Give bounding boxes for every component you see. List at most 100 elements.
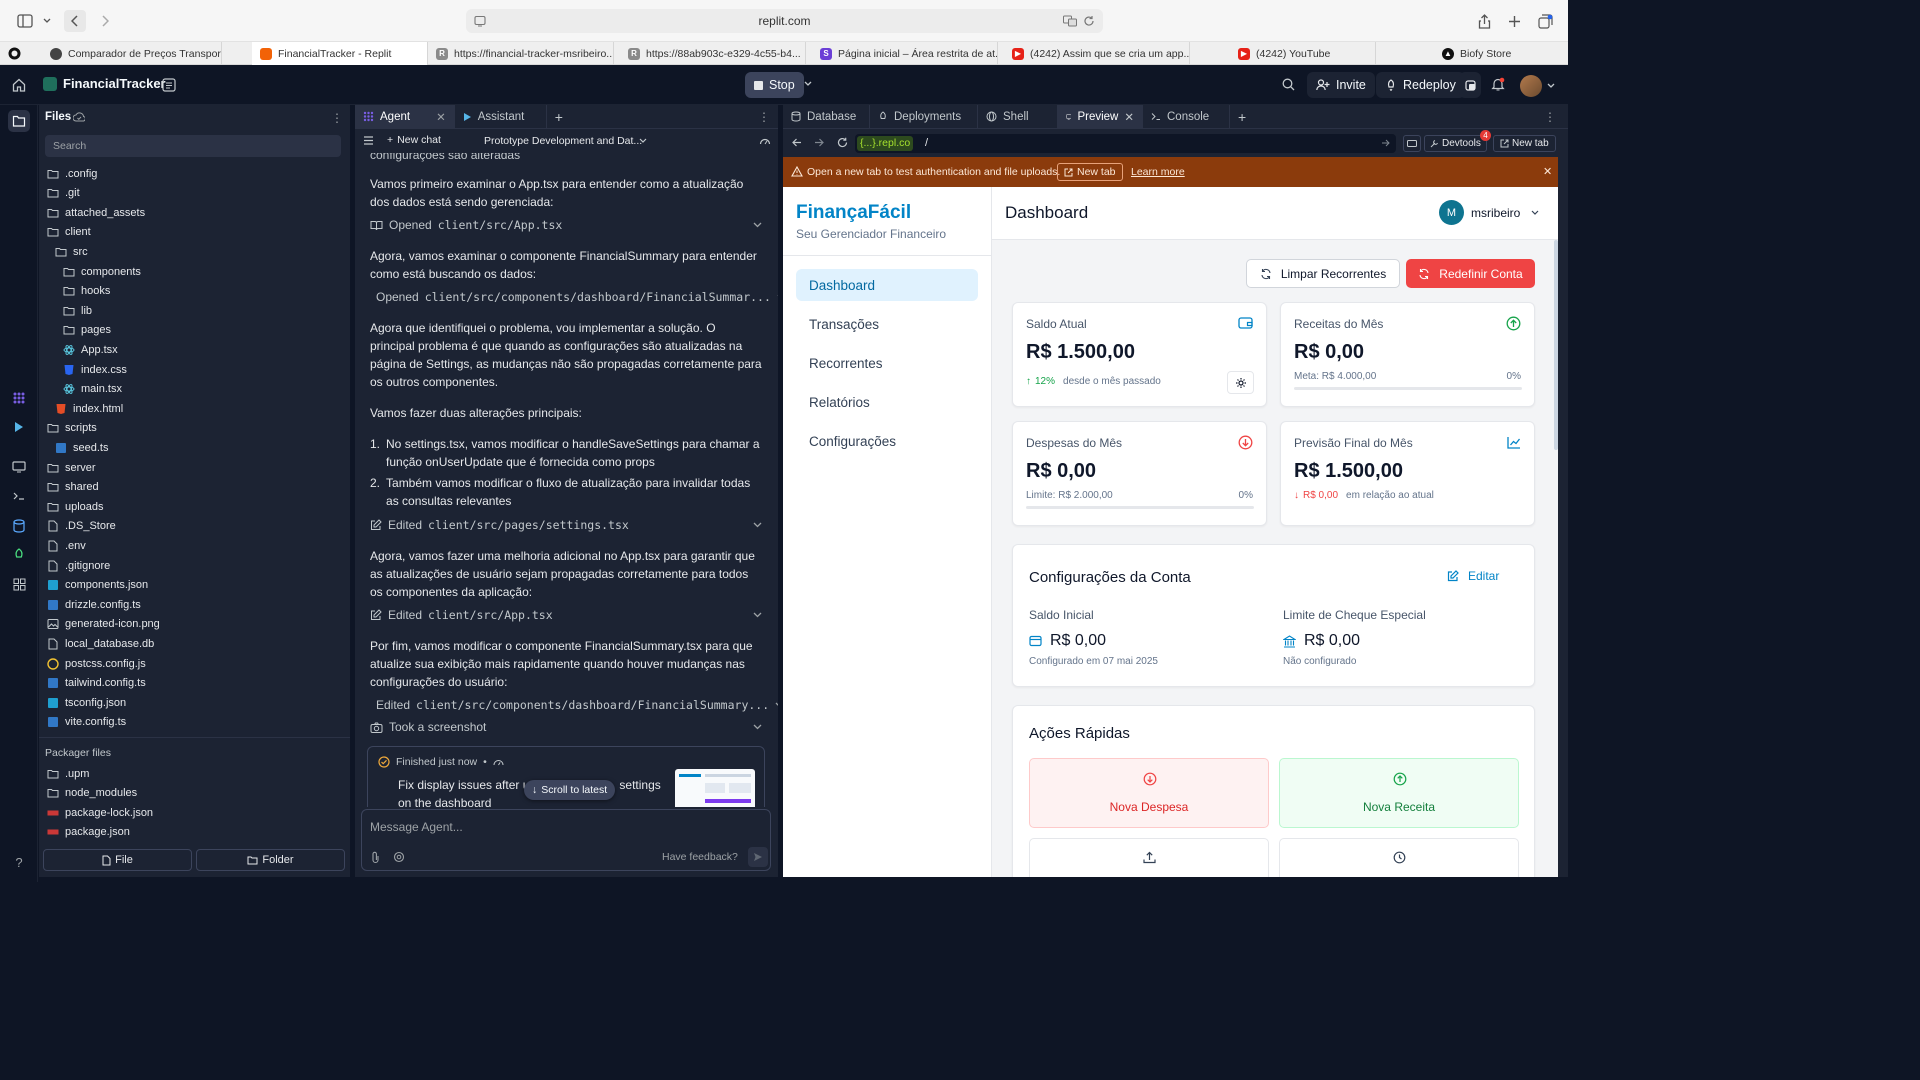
folder-item[interactable]: .config [47, 164, 97, 183]
chevron-down-icon[interactable] [753, 612, 762, 618]
screenshot-thumbnail[interactable] [675, 769, 755, 807]
tab-assistant[interactable]: Assistant [455, 104, 547, 129]
new-folder-button[interactable]: Folder [196, 849, 345, 871]
chevron-down-icon[interactable] [1547, 83, 1555, 89]
device-icon[interactable] [1403, 135, 1421, 152]
browser-tab-7[interactable]: ▲ Biofy Store [1434, 42, 1568, 65]
settings-gear-icon[interactable] [393, 851, 405, 863]
url-bar[interactable]: replit.com [466, 9, 1103, 33]
file-item[interactable]: drizzle.config.ts [47, 595, 141, 614]
file-item[interactable]: main.tsx [63, 380, 122, 399]
chevron-down-icon[interactable] [1531, 210, 1539, 215]
deployments-icon[interactable] [10, 546, 28, 564]
file-item[interactable]: index.html [55, 399, 123, 418]
back-icon[interactable] [64, 10, 86, 32]
new-expense-button[interactable]: Nova Despesa [1029, 758, 1269, 828]
folder-item[interactable]: scripts [47, 419, 97, 438]
chevron-down-icon[interactable] [40, 10, 54, 32]
action-screenshot[interactable]: Took a screenshot [370, 717, 762, 737]
attach-icon[interactable] [371, 851, 380, 864]
chevron-down-icon[interactable] [753, 222, 762, 228]
browser-tab-2[interactable]: Rhttps://financial-tracker-msribeiro... [428, 42, 614, 65]
new-chat-button[interactable]: + New chat [387, 134, 441, 146]
file-search-input[interactable]: Search [45, 135, 341, 157]
file-item[interactable]: seed.ts [55, 438, 108, 457]
nav-reports[interactable]: Relatórios [796, 386, 978, 418]
file-item[interactable]: components.json [47, 576, 148, 595]
pane-more-icon[interactable]: ⋮ [758, 110, 770, 124]
project-name[interactable]: FinancialTracker [63, 76, 166, 91]
go-arrow-icon[interactable] [1381, 139, 1390, 147]
console-icon[interactable] [10, 487, 28, 505]
reload-icon[interactable] [1083, 15, 1095, 27]
chevron-down-icon[interactable] [777, 294, 778, 300]
chat-scroll-area[interactable]: configurações são alteradas Vamos primei… [355, 153, 778, 807]
files-explorer-icon[interactable] [8, 110, 30, 132]
folder-item[interactable]: components [63, 262, 141, 281]
folder-item[interactable]: node_modules [47, 784, 137, 803]
balance-settings-button[interactable] [1227, 371, 1254, 394]
files-more-icon[interactable]: ⋮ [331, 111, 343, 125]
action-opened[interactable]: Opened client/src/App.tsx [370, 215, 762, 235]
chat-history-icon[interactable] [363, 136, 374, 145]
new-file-button[interactable]: File [43, 849, 192, 871]
agent-icon[interactable] [10, 389, 28, 407]
tab-deployments[interactable]: Deployments [870, 104, 978, 129]
file-item[interactable]: .gitignore [47, 556, 110, 575]
reload-icon[interactable] [837, 137, 848, 148]
user-name[interactable]: msribeiro [1471, 206, 1520, 220]
chat-title[interactable]: Prototype Development and Dat... [484, 135, 642, 147]
action-edited[interactable]: Edited client/src/components/dashboard/F… [370, 695, 778, 715]
history-button[interactable] [1279, 838, 1519, 877]
new-tab-plus-icon[interactable] [1504, 10, 1524, 32]
run-options-chevron-icon[interactable] [804, 81, 812, 87]
tab-preview[interactable]: Preview ✕ [1058, 104, 1143, 129]
clear-recurring-button[interactable]: Limpar Recorrentes [1246, 259, 1400, 288]
close-icon[interactable]: ✕ [1543, 165, 1552, 178]
preview-icon[interactable] [10, 458, 28, 476]
stop-button[interactable]: Stop [745, 72, 804, 98]
file-item[interactable]: package.json [47, 823, 130, 842]
add-tab-plus-icon[interactable]: + [547, 105, 571, 129]
help-icon[interactable]: ? [10, 853, 28, 871]
export-button[interactable] [1029, 838, 1269, 877]
preview-url-input[interactable]: {...}.repl.co / [855, 134, 1396, 153]
nav-dashboard[interactable]: Dashboard [796, 269, 978, 301]
chevron-down-icon[interactable] [775, 702, 778, 708]
tab-agent[interactable]: Agent ✕ [355, 104, 455, 129]
send-button[interactable] [748, 847, 768, 867]
scroll-to-latest-button[interactable]: ↓ Scroll to latest [524, 780, 616, 800]
nav-transactions[interactable]: Transações [796, 308, 978, 340]
browser-tab-0[interactable]: Comparador de Preços Transporte [42, 42, 222, 65]
search-icon[interactable] [1282, 78, 1295, 91]
file-item[interactable]: postcss.config.js [47, 654, 146, 673]
forward-icon[interactable] [94, 10, 116, 32]
banner-new-tab-button[interactable]: New tab [1057, 163, 1123, 181]
folder-item[interactable]: lib [63, 301, 92, 320]
github-icon[interactable] [8, 47, 21, 60]
close-icon[interactable]: ✕ [1124, 110, 1134, 124]
pane-more-icon[interactable]: ⋮ [1544, 110, 1556, 124]
back-arrow-icon[interactable] [792, 138, 802, 147]
checkpoint-card[interactable]: Finished just now • Fix display issues a… [367, 746, 765, 807]
file-item[interactable]: tailwind.config.ts [47, 674, 146, 693]
nav-recurring[interactable]: Recorrentes [796, 347, 978, 379]
message-input[interactable]: Message Agent... [370, 820, 463, 834]
open-new-tab-button[interactable]: New tab [1493, 135, 1556, 152]
home-icon[interactable] [12, 78, 26, 92]
file-item[interactable]: vite.config.ts [47, 713, 126, 732]
bell-icon[interactable] [1491, 77, 1505, 92]
browser-tab-6[interactable]: ▶ (4242) YouTube [1230, 42, 1376, 65]
forward-arrow-icon[interactable] [814, 138, 824, 147]
speed-gauge-icon[interactable] [759, 135, 771, 146]
folder-item[interactable]: src [55, 242, 88, 261]
redeploy-button[interactable]: Redeploy [1376, 72, 1465, 98]
file-item[interactable]: .DS_Store [47, 517, 116, 536]
reset-account-button[interactable]: Redefinir Conta [1406, 259, 1535, 288]
tab-shell[interactable]: Shell [978, 104, 1058, 129]
browser-tab-5[interactable]: ▶ (4242) Assim que se cria um app... [1004, 42, 1190, 65]
chevron-down-icon[interactable] [753, 724, 762, 730]
deploy-status-button[interactable] [1459, 72, 1481, 98]
tab-console[interactable]: Console [1143, 104, 1230, 129]
preview-scrollbar[interactable] [1554, 240, 1558, 450]
